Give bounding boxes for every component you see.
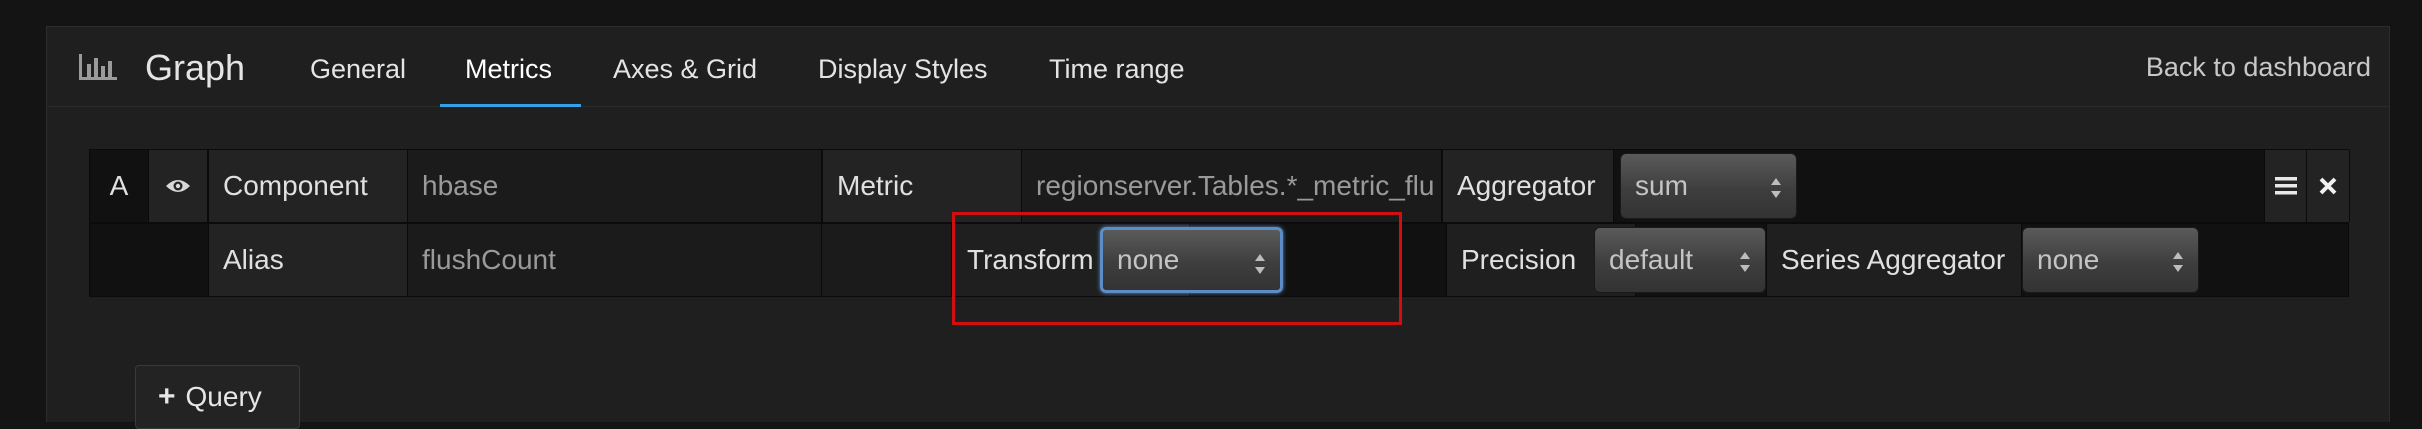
aggregator-select[interactable]: sum <box>1620 153 1797 219</box>
select-arrows-icon <box>1740 252 1750 272</box>
tab-general[interactable]: General <box>310 54 406 85</box>
plus-icon: + <box>158 380 176 413</box>
series-aggregator-select[interactable]: none <box>2022 227 2199 293</box>
precision-select[interactable]: default <box>1594 227 1766 293</box>
add-query-label: Query <box>185 381 262 412</box>
precision-value: default <box>1609 244 1694 275</box>
tab-axes-grid[interactable]: Axes & Grid <box>613 54 757 85</box>
series-aggregator-label: Series Aggregator <box>1766 224 2022 296</box>
component-label: Component <box>208 150 408 222</box>
tab-display-styles[interactable]: Display Styles <box>818 54 988 85</box>
select-arrows-icon <box>1771 178 1781 198</box>
page-title: Graph <box>145 47 246 88</box>
highlight-annotation-box <box>952 212 1402 325</box>
alias-label: Alias <box>208 224 408 296</box>
aggregator-value: sum <box>1635 170 1688 201</box>
close-icon[interactable] <box>2306 150 2350 222</box>
active-tab-indicator <box>440 104 581 107</box>
tab-metrics[interactable]: Metrics <box>465 54 552 85</box>
query-ref-id[interactable]: A <box>90 150 148 222</box>
select-arrows-icon <box>2173 252 2183 272</box>
back-to-dashboard-link[interactable]: Back to dashboard <box>2146 52 2371 83</box>
component-input[interactable]: hbase <box>408 150 822 222</box>
add-query-button[interactable]: + Query <box>135 365 300 429</box>
empty-cell <box>822 224 952 296</box>
editor-header: Graph General Metrics Axes & Grid Displa… <box>47 27 2389 107</box>
tab-time-range[interactable]: Time range <box>1049 54 1185 85</box>
hamburger-menu-icon[interactable] <box>2264 150 2306 222</box>
series-aggregator-value: none <box>2037 244 2100 275</box>
eye-icon[interactable] <box>148 150 208 222</box>
aggregator-label: Aggregator <box>1442 150 1614 222</box>
bar-chart-icon <box>79 54 117 80</box>
alias-input[interactable]: flushCount <box>408 224 822 296</box>
row-spacer <box>90 224 208 296</box>
